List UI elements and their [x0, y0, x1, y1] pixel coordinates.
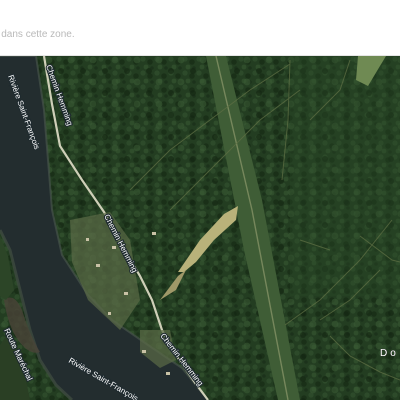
area-notice-text: taires dans cette zone.	[0, 29, 75, 40]
search-header: taires dans cette zone.	[0, 0, 400, 56]
satellite-map[interactable]: Chemin Hemming Chemin Hemming Chemin Hem…	[0, 56, 400, 400]
label-place-right: Do	[380, 348, 399, 359]
area-notice: taires dans cette zone.	[0, 29, 400, 40]
